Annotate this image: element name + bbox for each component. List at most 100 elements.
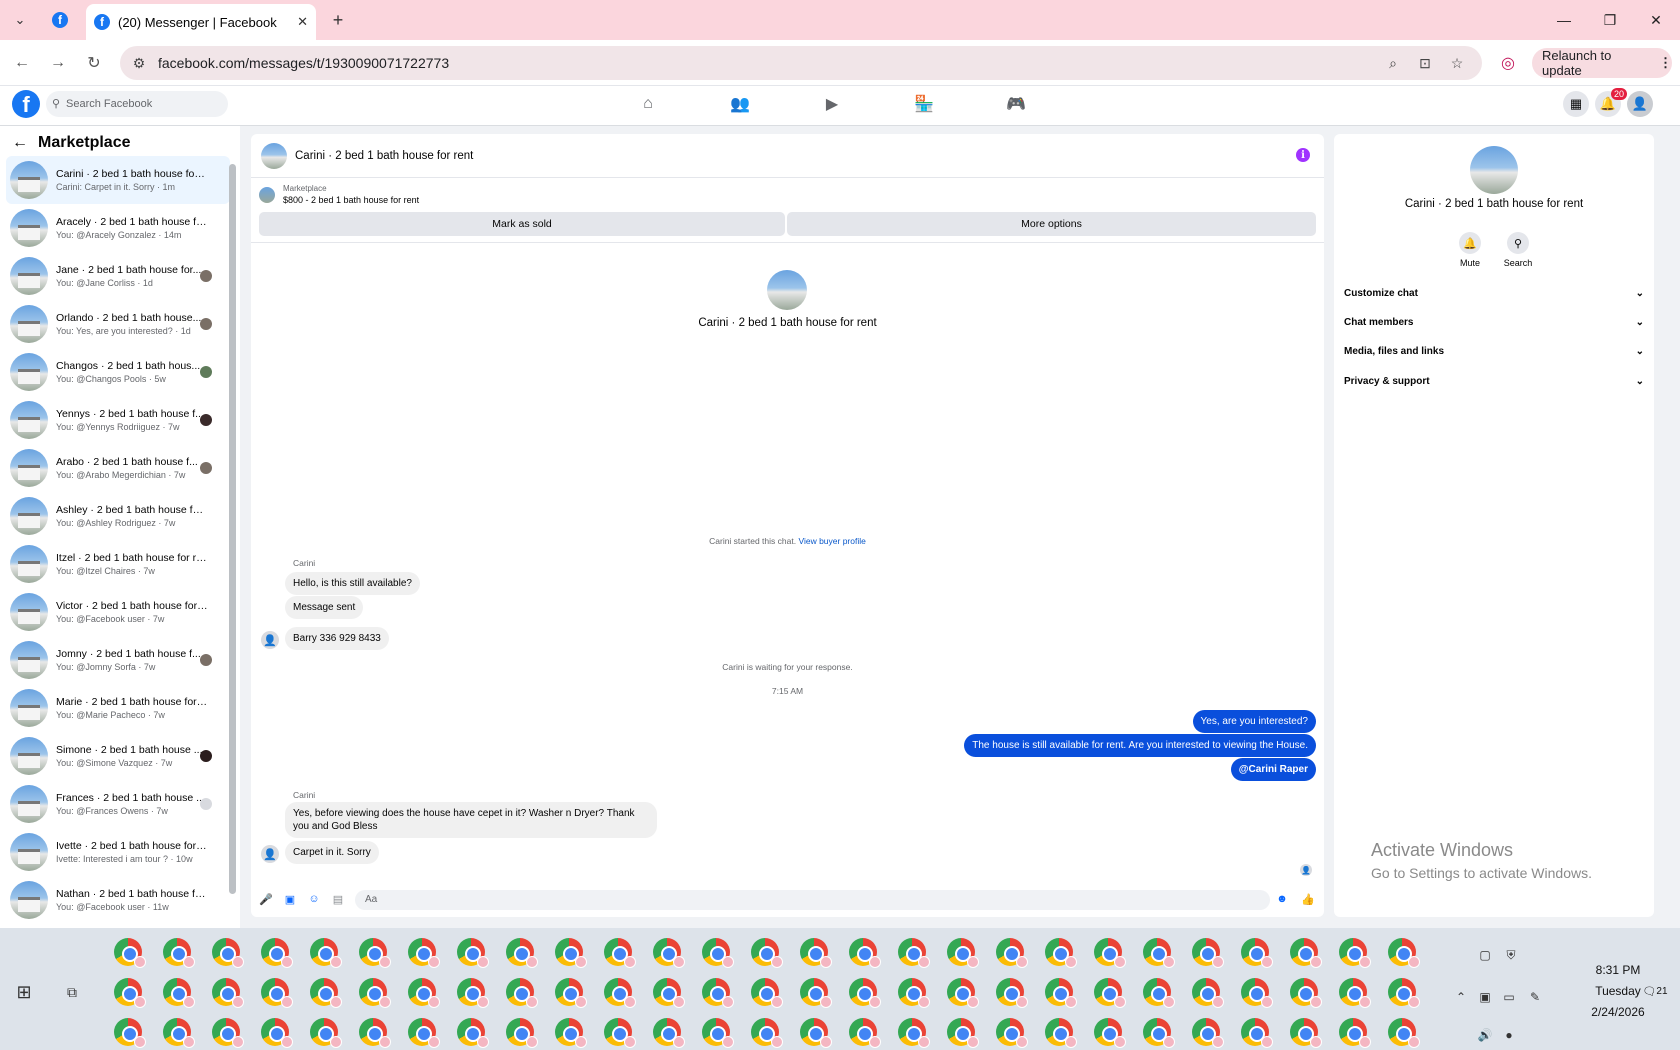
incoming-message[interactable]: Carpet in it. Sorry — [285, 841, 379, 864]
facebook-search-input[interactable]: ⚲ Search Facebook — [46, 91, 228, 117]
incoming-message[interactable]: Barry 336 929 8433 — [285, 627, 389, 650]
chrome-taskbar-icon[interactable] — [1241, 938, 1273, 968]
chrome-taskbar-icon[interactable] — [653, 978, 685, 1008]
chrome-taskbar-icon[interactable] — [996, 978, 1028, 1008]
omnibox[interactable]: ⚙ facebook.com/messages/t/19300900717227… — [120, 46, 1482, 80]
message-input[interactable]: Aa — [355, 890, 1270, 910]
chrome-taskbar-icon[interactable] — [114, 938, 146, 968]
conversation-item[interactable]: Jane · 2 bed 1 bath house for... You: @Ja… — [6, 252, 230, 300]
chrome-taskbar-icon[interactable] — [1045, 978, 1077, 1008]
mute-button[interactable]: 🔔 Mute — [1450, 232, 1490, 268]
emoji-icon[interactable]: ☻ — [1275, 892, 1289, 906]
windows-start-icon[interactable]: ⊞ — [12, 980, 36, 1004]
like-thumbs-up-icon[interactable]: 👍 — [1301, 892, 1315, 906]
chrome-taskbar-icon[interactable] — [1241, 978, 1273, 1008]
conversation-item[interactable]: Frances · 2 bed 1 bath house ... You: @Fr… — [6, 780, 230, 828]
chrome-taskbar-icon[interactable] — [1388, 978, 1420, 1008]
chrome-taskbar-icon[interactable] — [849, 938, 881, 968]
profile-icon[interactable]: ◎ — [1496, 51, 1520, 75]
chrome-taskbar-icon[interactable] — [359, 938, 391, 968]
chrome-taskbar-icon[interactable] — [1045, 1018, 1077, 1048]
chrome-taskbar-icon[interactable] — [898, 1018, 930, 1048]
marketplace-icon[interactable]: 🏪 — [912, 92, 936, 116]
incoming-message[interactable]: Yes, before viewing does the house have … — [285, 802, 657, 838]
chrome-taskbar-icon[interactable] — [212, 978, 244, 1008]
chrome-taskbar-icon[interactable] — [310, 938, 342, 968]
details-avatar[interactable] — [1470, 146, 1518, 194]
conversation-item[interactable]: Victor · 2 bed 1 bath house for ... You: … — [6, 588, 230, 636]
chat-large-avatar[interactable] — [767, 270, 807, 310]
customize-chat-row[interactable]: Customize chat ⌄ — [1344, 288, 1644, 299]
listing-title[interactable]: $800 - 2 bed 1 bath house for rent — [283, 195, 419, 205]
chrome-taskbar-icon[interactable] — [212, 938, 244, 968]
chrome-taskbar-icon[interactable] — [702, 1018, 734, 1048]
conversation-item[interactable]: Aracely · 2 bed 1 bath house fo... You: @… — [6, 204, 230, 252]
chrome-taskbar-icon[interactable] — [702, 978, 734, 1008]
chrome-taskbar-icon[interactable] — [800, 978, 832, 1008]
chrome-taskbar-icon[interactable] — [359, 978, 391, 1008]
pinned-facebook-tab[interactable]: f — [48, 8, 72, 32]
tab-search-chevron-icon[interactable]: ⌄ — [8, 8, 32, 32]
chrome-taskbar-icon[interactable] — [1290, 938, 1322, 968]
conversation-item[interactable]: Changos · 2 bed 1 bath hous... You: @Chan… — [6, 348, 230, 396]
chrome-taskbar-icon[interactable] — [408, 938, 440, 968]
chrome-taskbar-icon[interactable] — [604, 938, 636, 968]
chat-avatar[interactable] — [261, 142, 287, 169]
chrome-taskbar-icon[interactable] — [555, 938, 587, 968]
chrome-taskbar-icon[interactable] — [163, 1018, 195, 1048]
active-tab[interactable]: f (20) Messenger | Facebook ✕ — [86, 4, 316, 40]
volume-icon[interactable]: 🔊 — [1476, 1026, 1494, 1044]
chrome-taskbar-icon[interactable] — [1290, 978, 1322, 1008]
chrome-taskbar-icon[interactable] — [1045, 938, 1077, 968]
chrome-taskbar-icon[interactable] — [457, 1018, 489, 1048]
display-icon[interactable]: ▭ — [1500, 988, 1518, 1006]
chrome-taskbar-icon[interactable] — [996, 1018, 1028, 1048]
relaunch-button[interactable]: Relaunch to update ⋮ — [1532, 48, 1672, 78]
menu-grid-icon[interactable]: ▦ — [1563, 91, 1589, 117]
chrome-taskbar-icon[interactable] — [947, 938, 979, 968]
chrome-taskbar-icon[interactable] — [800, 938, 832, 968]
notifications-bell-icon[interactable]: 🔔 20 — [1595, 88, 1627, 117]
chrome-taskbar-icon[interactable] — [1094, 938, 1126, 968]
chrome-taskbar-icon[interactable] — [653, 1018, 685, 1048]
chrome-taskbar-icon[interactable] — [653, 938, 685, 968]
gaming-icon[interactable]: 🎮 — [1004, 92, 1028, 116]
media-files-links-row[interactable]: Media, files and links ⌄ — [1344, 346, 1644, 357]
chrome-taskbar-icon[interactable] — [1290, 1018, 1322, 1048]
view-buyer-profile-link[interactable]: View buyer profile — [798, 536, 865, 546]
conversation-item[interactable]: Jomny · 2 bed 1 bath house f... You: @Jom… — [6, 636, 230, 684]
chrome-taskbar-icon[interactable] — [1339, 1018, 1371, 1048]
meet-now-icon[interactable]: ▢ — [1476, 946, 1494, 964]
close-tab-icon[interactable]: ✕ — [297, 14, 308, 30]
chrome-taskbar-icon[interactable] — [1192, 978, 1224, 1008]
chrome-taskbar-icon[interactable] — [310, 1018, 342, 1048]
privacy-support-row[interactable]: Privacy & support ⌄ — [1344, 376, 1644, 387]
incoming-message[interactable]: Message sent — [285, 596, 364, 619]
gif-icon[interactable]: ▤ — [331, 892, 345, 906]
chrome-taskbar-icon[interactable] — [800, 1018, 832, 1048]
chrome-taskbar-icon[interactable] — [408, 1018, 440, 1048]
chat-title[interactable]: Carini · 2 bed 1 bath house for rent — [295, 150, 473, 162]
minimize-icon[interactable]: — — [1544, 8, 1584, 32]
chrome-taskbar-icon[interactable] — [261, 1018, 293, 1048]
sidebar-scrollbar[interactable] — [229, 164, 236, 894]
chrome-taskbar-icon[interactable] — [1192, 1018, 1224, 1048]
incoming-message[interactable]: Hello, is this still available? — [285, 572, 420, 595]
chrome-taskbar-icon[interactable] — [1143, 1018, 1175, 1048]
chrome-taskbar-icon[interactable] — [702, 938, 734, 968]
chrome-taskbar-icon[interactable] — [1388, 938, 1420, 968]
conversation-item[interactable]: Arabo · 2 bed 1 bath house f... You: @Ara… — [6, 444, 230, 492]
conversation-item[interactable]: Ivette · 2 bed 1 bath house for r... Ivet… — [6, 828, 230, 876]
conversation-item[interactable]: Simone · 2 bed 1 bath house ... You: @Sim… — [6, 732, 230, 780]
conversation-item[interactable]: Yennys · 2 bed 1 bath house f... You: @Ye… — [6, 396, 230, 444]
chrome-taskbar-icon[interactable] — [1094, 1018, 1126, 1048]
conversation-item[interactable]: Ashley · 2 bed 1 bath house for ... You: … — [6, 492, 230, 540]
chrome-taskbar-icon[interactable] — [1143, 978, 1175, 1008]
chat-members-row[interactable]: Chat members ⌄ — [1344, 317, 1644, 328]
reload-icon[interactable]: ↻ — [82, 51, 106, 75]
chrome-taskbar-icon[interactable] — [1339, 978, 1371, 1008]
forward-icon[interactable]: → — [46, 51, 70, 75]
chrome-taskbar-icon[interactable] — [1192, 938, 1224, 968]
chrome-taskbar-icon[interactable] — [751, 978, 783, 1008]
conversation-item[interactable]: Carini · 2 bed 1 bath house for r... Cari… — [6, 156, 230, 204]
